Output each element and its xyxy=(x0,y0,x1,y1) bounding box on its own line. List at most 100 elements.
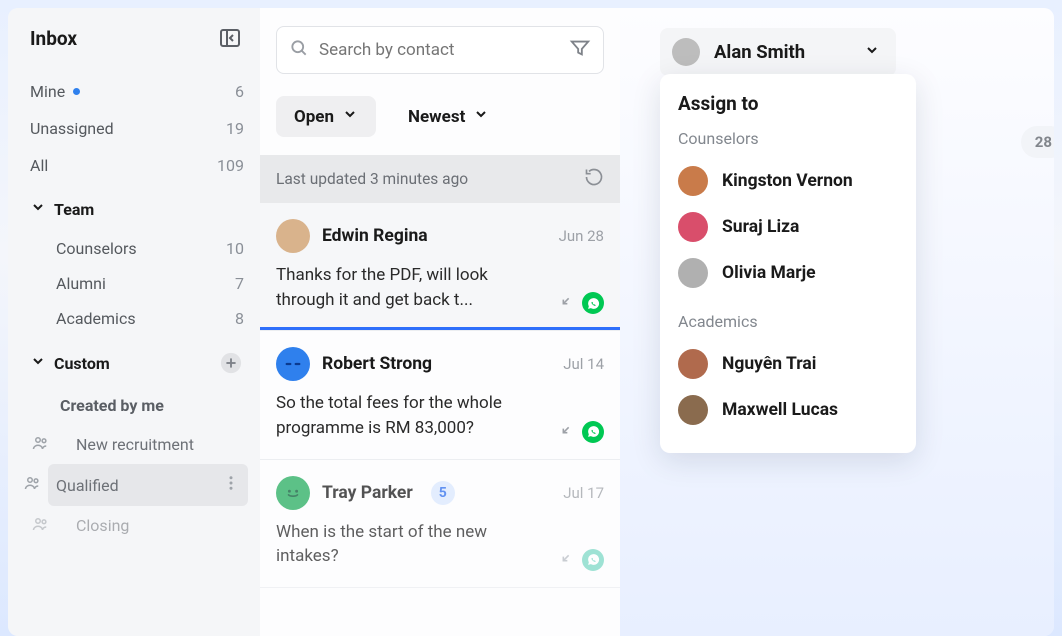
assign-option[interactable]: Maxwell Lucas xyxy=(678,387,898,433)
search-input-container[interactable] xyxy=(276,26,604,74)
team-count: 10 xyxy=(226,239,244,258)
conversation-preview: When is the start of the new intakes? xyxy=(276,520,604,569)
whatsapp-icon xyxy=(582,421,604,443)
sidebar-custom-new-recruitment[interactable]: New recruitment xyxy=(56,425,248,464)
filter-count: 109 xyxy=(217,156,244,175)
conversation-list: Open Newest Last updated 3 minutes ago E… xyxy=(260,8,620,636)
sidebar-custom-qualified[interactable]: Qualified xyxy=(48,464,248,506)
search-icon xyxy=(289,38,309,62)
filter-label: All xyxy=(30,156,48,175)
conversation-row[interactable]: Tray Parker 5 Jul 17 When is the start o… xyxy=(260,460,620,588)
filter-count: 19 xyxy=(226,119,244,138)
add-custom-icon[interactable] xyxy=(220,352,242,374)
chevron-down-icon xyxy=(342,106,358,127)
conversation-date: Jul 14 xyxy=(563,355,604,373)
avatar xyxy=(678,166,708,196)
incoming-arrow-icon xyxy=(558,293,574,313)
assign-to-dropdown: Assign to Counselors Kingston Vernon Sur… xyxy=(660,74,916,453)
team-count: 8 xyxy=(235,309,244,328)
avatar xyxy=(678,349,708,379)
conversation-detail-area: Alan Smith Assign to Counselors Kingston… xyxy=(620,8,1054,636)
users-icon xyxy=(24,474,42,496)
sidebar-team-academics[interactable]: Academics 8 xyxy=(56,301,248,336)
whatsapp-icon xyxy=(582,549,604,571)
inbox-title: Inbox xyxy=(30,27,77,50)
assign-option[interactable]: Nguyên Trai xyxy=(678,341,898,387)
last-updated-bar: Last updated 3 minutes ago xyxy=(260,155,620,203)
sidebar-filter-unassigned[interactable]: Unassigned 19 xyxy=(30,111,248,146)
conversation-preview: So the total fees for the whole programm… xyxy=(276,391,604,440)
person-name: Nguyên Trai xyxy=(722,354,816,374)
filter-icon[interactable] xyxy=(569,37,591,63)
more-icon[interactable] xyxy=(222,474,240,496)
dropdown-section-label: Counselors xyxy=(678,129,898,148)
sidebar-team-alumni[interactable]: Alumni 7 xyxy=(56,266,248,301)
assign-option[interactable]: Kingston Vernon xyxy=(678,158,898,204)
section-label: Custom xyxy=(54,354,110,373)
person-name: Suraj Liza xyxy=(722,217,799,237)
face-icon xyxy=(284,487,302,499)
assign-option[interactable]: Olivia Marje xyxy=(678,250,898,296)
custom-label: New recruitment xyxy=(76,435,194,454)
face-icon xyxy=(284,359,302,369)
date-pill: 28 xyxy=(1021,126,1054,158)
avatar xyxy=(276,219,310,253)
custom-label: Created by me xyxy=(60,396,164,415)
unread-indicator-icon xyxy=(73,88,80,95)
person-name: Maxwell Lucas xyxy=(722,400,838,420)
sidebar-section-custom[interactable]: Custom xyxy=(30,338,248,384)
avatar xyxy=(672,38,700,66)
incoming-arrow-icon xyxy=(558,550,574,570)
conversation-name: Tray Parker xyxy=(322,483,413,503)
users-icon xyxy=(32,434,50,456)
dropdown-title: Assign to xyxy=(678,92,898,115)
conversation-date: Jul 17 xyxy=(563,484,604,502)
last-updated-text: Last updated 3 minutes ago xyxy=(276,170,468,188)
conversation-preview: Thanks for the PDF, will look through it… xyxy=(276,263,604,312)
assignee-dropdown-button[interactable]: Alan Smith xyxy=(660,28,896,76)
sidebar-filter-mine[interactable]: Mine 6 xyxy=(30,74,248,109)
filter-count: 6 xyxy=(235,82,244,101)
chevron-down-icon xyxy=(473,106,489,127)
sidebar: Inbox Mine 6 Unassigned 19 All 109 xyxy=(8,8,260,636)
avatar xyxy=(678,212,708,242)
collapse-sidebar-icon[interactable] xyxy=(218,26,242,50)
conversation-row[interactable]: Robert Strong Jul 14 So the total fees f… xyxy=(260,331,620,459)
sidebar-section-team[interactable]: Team xyxy=(30,185,248,229)
chip-label: Open xyxy=(294,107,334,127)
refresh-icon[interactable] xyxy=(584,167,604,191)
team-label: Academics xyxy=(56,309,136,328)
team-count: 7 xyxy=(235,274,244,293)
filter-label: Unassigned xyxy=(30,119,114,138)
filter-label: Mine xyxy=(30,82,65,101)
dropdown-section-label: Academics xyxy=(678,312,898,331)
whatsapp-icon xyxy=(582,292,604,314)
sort-filter-newest[interactable]: Newest xyxy=(390,96,507,137)
conversation-row[interactable]: Edwin Regina Jun 28 Thanks for the PDF, … xyxy=(260,203,620,331)
team-label: Counselors xyxy=(56,239,137,258)
avatar xyxy=(276,347,310,381)
team-label: Alumni xyxy=(56,274,106,293)
person-name: Olivia Marje xyxy=(722,263,816,283)
conversation-name: Robert Strong xyxy=(322,354,432,374)
custom-label: Closing xyxy=(76,516,129,535)
chevron-down-icon xyxy=(864,41,880,63)
search-input[interactable] xyxy=(319,40,559,60)
sidebar-custom-closing[interactable]: Closing xyxy=(56,506,248,545)
section-label: Team xyxy=(54,200,94,219)
sidebar-filter-all[interactable]: All 109 xyxy=(30,148,248,183)
conversation-date: Jun 28 xyxy=(559,227,604,245)
sidebar-custom-created-by-me[interactable]: Created by me xyxy=(56,386,248,425)
status-filter-open[interactable]: Open xyxy=(276,96,376,137)
conversation-name: Edwin Regina xyxy=(322,226,428,246)
users-icon xyxy=(32,515,50,537)
assign-option[interactable]: Suraj Liza xyxy=(678,204,898,250)
avatar xyxy=(276,476,310,510)
assignee-name: Alan Smith xyxy=(714,41,805,63)
custom-label: Qualified xyxy=(56,476,119,495)
unread-count-badge: 5 xyxy=(431,481,455,505)
chevron-down-icon xyxy=(30,353,46,373)
chevron-down-icon xyxy=(30,199,46,219)
sidebar-team-counselors[interactable]: Counselors 10 xyxy=(56,231,248,266)
avatar xyxy=(678,258,708,288)
